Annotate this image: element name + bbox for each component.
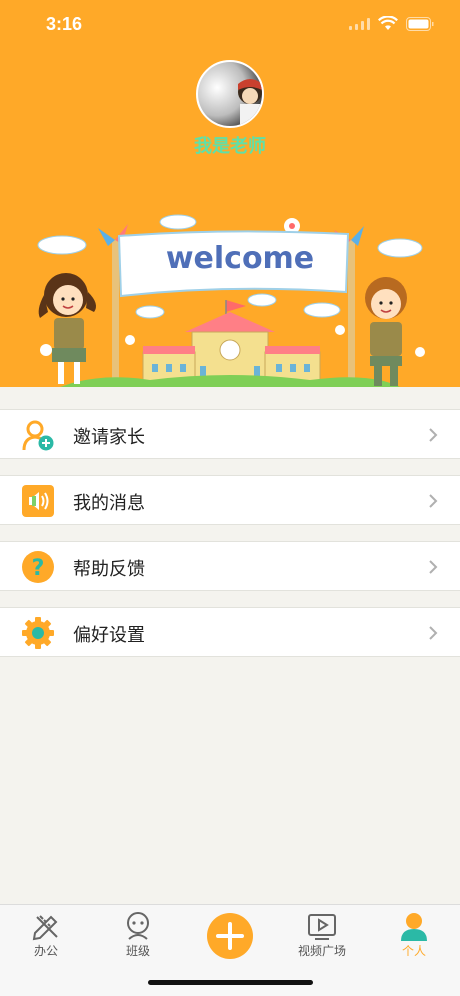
pencil-ruler-icon xyxy=(31,911,61,941)
menu-item-preferences[interactable]: 偏好设置 xyxy=(0,607,460,657)
wifi-icon xyxy=(378,16,398,31)
tab-label-class: 班级 xyxy=(125,944,150,958)
menu-label-invite-parent: 邀请家长 xyxy=(73,427,145,448)
welcome-illustration: welcome xyxy=(0,200,460,387)
video-play-icon xyxy=(307,911,337,941)
chevron-right-icon xyxy=(428,427,438,443)
plus-icon xyxy=(216,922,244,950)
chevron-right-icon xyxy=(428,559,438,575)
chevron-right-icon xyxy=(428,493,438,509)
tab-label-office: 办公 xyxy=(33,944,58,958)
tab-label-personal: 个人 xyxy=(401,944,426,958)
welcome-text: welcome xyxy=(166,241,314,276)
battery-icon xyxy=(406,16,434,31)
chevron-right-icon xyxy=(428,625,438,641)
class-icon xyxy=(123,911,153,941)
gear-icon xyxy=(21,616,55,650)
tab-label-video-square: 视频广场 xyxy=(297,944,346,958)
menu-item-invite-parent[interactable]: 邀请家长 xyxy=(0,409,460,459)
status-time: 3:16 xyxy=(46,14,83,34)
svg-text:?: ? xyxy=(32,556,45,581)
home-indicator xyxy=(148,980,313,985)
avatar[interactable] xyxy=(196,60,264,128)
menu-label-preferences: 偏好设置 xyxy=(73,625,145,646)
status-icons xyxy=(349,16,434,31)
add-button[interactable] xyxy=(207,913,253,959)
teacher-name: 我是老师 xyxy=(194,136,266,157)
menu-label-my-messages: 我的消息 xyxy=(73,493,145,514)
signal-icon xyxy=(349,17,370,30)
person-icon xyxy=(399,911,429,941)
tab-video-square[interactable]: 视频广场 xyxy=(276,905,368,965)
tab-class[interactable]: 班级 xyxy=(92,905,184,965)
speaker-icon xyxy=(21,484,55,518)
invite-parent-icon xyxy=(21,418,55,452)
tab-office[interactable]: 办公 xyxy=(0,905,92,965)
question-icon: ? xyxy=(21,550,55,584)
menu-item-help-feedback[interactable]: ? 帮助反馈 xyxy=(0,541,460,591)
menu-label-help-feedback: 帮助反馈 xyxy=(73,559,145,580)
menu-item-my-messages[interactable]: 我的消息 xyxy=(0,475,460,525)
profile-header: 3:16 我是老师 welcome xyxy=(0,0,460,387)
tab-personal[interactable]: 个人 xyxy=(368,905,460,965)
status-bar: 3:16 xyxy=(0,0,460,50)
